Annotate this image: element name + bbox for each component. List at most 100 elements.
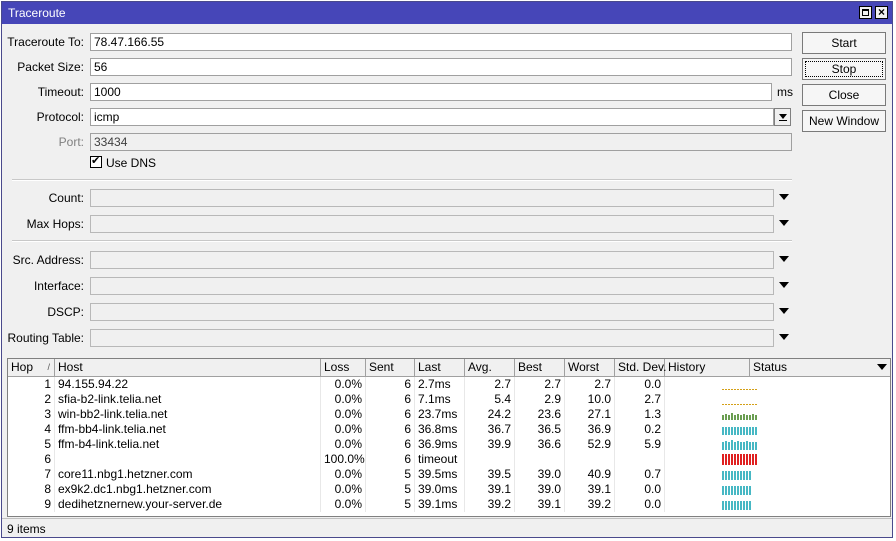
src-address-input[interactable] [90, 251, 774, 269]
history-bar [728, 471, 730, 480]
cell-avg: 24.2 [465, 407, 515, 422]
dscp-input[interactable] [90, 303, 774, 321]
history-bar [734, 427, 736, 435]
use-dns-checkbox[interactable] [90, 154, 102, 168]
routing-table-dropdown-icon[interactable] [779, 334, 789, 340]
count-dropdown-icon[interactable] [779, 194, 789, 200]
title-bar[interactable]: Traceroute × [2, 2, 892, 24]
count-input[interactable] [90, 189, 774, 207]
results-table[interactable]: Hop / Host Loss Sent Last Avg. Best Wors… [7, 358, 891, 517]
col-status-label: Status [753, 360, 788, 374]
table-row[interactable]: 4 ffm-bb4-link.telia.net 0.0% 6 36.8ms 36.7 36… [8, 422, 890, 437]
cell-host: 94.155.94.22 [55, 377, 321, 392]
cell-avg: 39.1 [465, 482, 515, 497]
cell-status [750, 497, 890, 512]
routing-table-input[interactable] [90, 329, 774, 347]
col-hop[interactable]: Hop / [8, 359, 55, 376]
table-row[interactable]: 1 94.155.94.22 0.0% 6 2.7ms 2.7 2.7 2.7 0.0 [8, 377, 890, 392]
cell-loss: 0.0% [321, 407, 366, 422]
cell-hop: 6 [8, 452, 55, 467]
protocol-select[interactable]: icmp [90, 108, 774, 126]
src-address-label: Src. Address: [12, 253, 84, 267]
packet-size-input[interactable]: 56 [90, 58, 792, 76]
col-sent[interactable]: Sent [366, 359, 415, 376]
history-bar [725, 501, 727, 510]
timeout-input[interactable]: 1000 [90, 83, 772, 101]
table-row[interactable]: 6 100.0% 6 timeout [8, 452, 890, 467]
history-bar [740, 454, 742, 465]
history-bar [734, 471, 736, 480]
table-row[interactable]: 5 ffm-b4-link.telia.net 0.0% 6 36.9ms 39.9 36.… [8, 437, 890, 452]
history-sparkline [722, 424, 757, 435]
history-bar [743, 389, 745, 390]
cell-status [750, 452, 890, 467]
close-button[interactable]: Close [802, 84, 886, 106]
col-loss[interactable]: Loss [321, 359, 366, 376]
col-worst[interactable]: Worst [565, 359, 615, 376]
col-best[interactable]: Best [515, 359, 565, 376]
traceroute-to-input[interactable]: 78.47.166.55 [90, 33, 792, 51]
cell-worst: 36.9 [565, 422, 615, 437]
history-bar [740, 427, 742, 435]
cell-avg: 39.5 [465, 467, 515, 482]
col-avg[interactable]: Avg. [465, 359, 515, 376]
cell-std-dev: 5.9 [615, 437, 665, 452]
history-bar [737, 441, 739, 450]
cell-loss: 100.0% [321, 452, 366, 467]
cell-sent: 6 [366, 407, 415, 422]
separator [12, 240, 792, 242]
new-window-button[interactable]: New Window [802, 110, 886, 132]
cell-last: 39.1ms [415, 497, 465, 512]
start-button[interactable]: Start [802, 32, 886, 54]
cell-sent: 5 [366, 467, 415, 482]
col-last[interactable]: Last [415, 359, 465, 376]
table-row[interactable]: 7 core11.nbg1.hetzner.com 0.0% 5 39.5ms 39.5 3… [8, 467, 890, 482]
count-label: Count: [48, 191, 84, 205]
history-bar [746, 441, 748, 450]
interface-dropdown-icon[interactable] [779, 282, 789, 288]
cell-host: ex9k2.dc1.nbg1.hetzner.com [55, 482, 321, 497]
cell-host: dedihetznernew.your-server.de [55, 497, 321, 512]
history-bar [746, 486, 748, 495]
stop-button[interactable]: Stop [802, 58, 886, 80]
column-menu-icon[interactable] [877, 364, 887, 370]
cell-last: 36.9ms [415, 437, 465, 452]
history-bar [731, 427, 733, 435]
cell-avg: 2.7 [465, 377, 515, 392]
table-row[interactable]: 9 dedihetznernew.your-server.de 0.0% 5 39.1m… [8, 497, 890, 512]
cell-worst: 39.1 [565, 482, 615, 497]
history-bar [743, 427, 745, 435]
cell-last: 23.7ms [415, 407, 465, 422]
table-row[interactable]: 2 sfia-b2-link.telia.net 0.0% 6 7.1ms 5.4 2.9 1… [8, 392, 890, 407]
history-bar [737, 427, 739, 435]
col-history[interactable]: History [665, 359, 750, 376]
interface-input[interactable] [90, 277, 774, 295]
separator [12, 179, 792, 181]
col-host[interactable]: Host [55, 359, 321, 376]
table-row[interactable]: 3 win-bb2-link.telia.net 0.0% 6 23.7ms 24.2 23… [8, 407, 890, 422]
col-status[interactable]: Status [750, 359, 890, 376]
cell-last: timeout [415, 452, 465, 467]
history-bar [737, 404, 739, 405]
max-hops-dropdown-icon[interactable] [779, 220, 789, 226]
history-bar [740, 442, 742, 450]
close-window-icon[interactable]: × [875, 5, 888, 19]
maximize-icon[interactable] [859, 6, 872, 19]
col-std-dev[interactable]: Std. Dev. [615, 359, 666, 376]
cell-loss: 0.0% [321, 392, 366, 407]
cell-best: 2.7 [515, 377, 565, 392]
max-hops-input[interactable] [90, 215, 774, 233]
interface-label: Interface: [33, 279, 84, 293]
history-sparkline [722, 379, 757, 390]
cell-loss: 0.0% [321, 467, 366, 482]
src-address-dropdown-icon[interactable] [779, 256, 789, 262]
protocol-dropdown-icon[interactable] [774, 108, 791, 126]
dscp-dropdown-icon[interactable] [779, 308, 789, 314]
cell-best: 39.1 [515, 497, 565, 512]
table-row[interactable]: 8 ex9k2.dc1.nbg1.hetzner.com 0.0% 5 39.0ms 39… [8, 482, 890, 497]
cell-sent: 6 [366, 437, 415, 452]
history-bar [722, 427, 724, 435]
protocol-label: Protocol: [36, 110, 84, 124]
cell-loss: 0.0% [321, 377, 366, 392]
history-bar [734, 442, 736, 450]
